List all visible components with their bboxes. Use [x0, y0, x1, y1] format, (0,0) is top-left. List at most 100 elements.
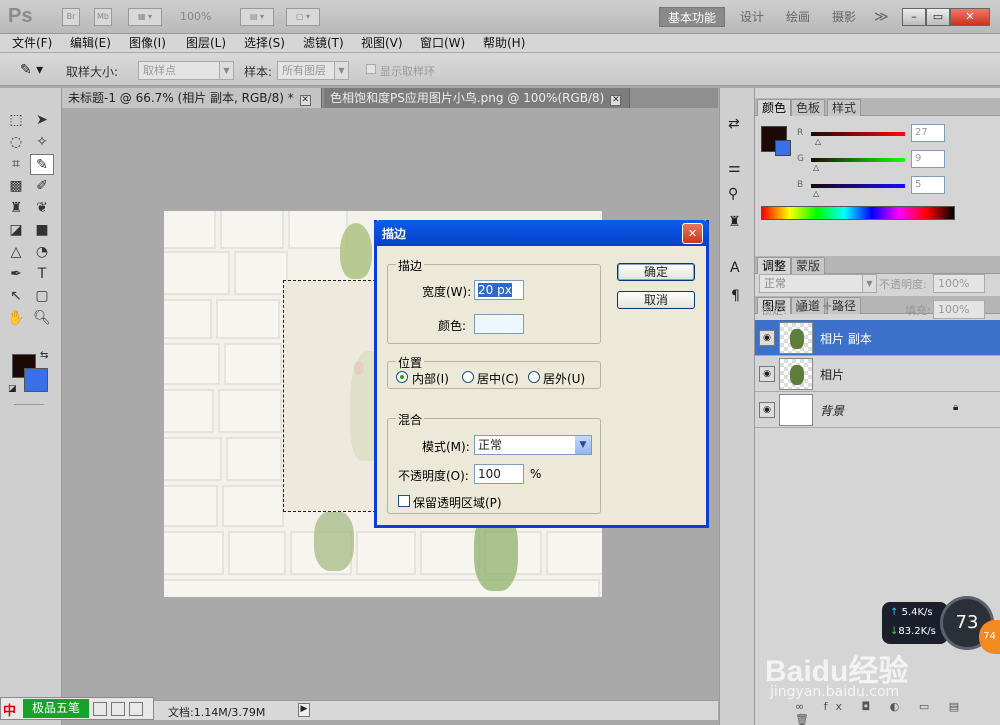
eye-icon[interactable]: ◉ — [759, 366, 775, 382]
layers-footer-icons[interactable]: ∞ fx ◘ ◐ ▭ ▤ 🗑︎ — [795, 700, 1000, 725]
dodge-tool-icon[interactable]: ◔ — [30, 242, 54, 263]
g-value-field[interactable]: 9 — [911, 150, 945, 168]
menu-file[interactable]: 文件(F) — [12, 35, 52, 52]
menu-layer[interactable]: 图层(L) — [186, 35, 226, 52]
sample-layers-select[interactable]: 所有图层 ▼ — [277, 61, 349, 80]
opacity-input[interactable]: 100 — [474, 464, 524, 484]
background-color-swatch[interactable] — [24, 368, 48, 392]
bridge-button[interactable]: Br — [62, 8, 80, 26]
ime-button-3[interactable] — [129, 702, 143, 716]
b-slider[interactable] — [811, 184, 905, 188]
workspace-painting[interactable]: 绘画 — [778, 7, 818, 27]
close-window-button[interactable]: ✕ — [950, 8, 990, 26]
workspace-essentials[interactable]: 基本功能 — [659, 7, 726, 27]
layer-row-background[interactable]: ◉ 背景 🔒︎ — [755, 392, 1000, 428]
ime-button-1[interactable] — [93, 702, 107, 716]
dialog-title-bar[interactable]: 描边 ✕ — [374, 220, 709, 246]
color-panel-background-swatch[interactable] — [775, 140, 791, 156]
b-value-field[interactable]: 5 — [911, 176, 945, 194]
r-value-field[interactable]: 27 — [911, 124, 945, 142]
stroke-color-swatch[interactable] — [474, 314, 524, 334]
r-slider-thumb-icon[interactable]: △ — [815, 137, 821, 146]
position-outside-radio[interactable] — [528, 371, 540, 383]
eye-icon[interactable]: ◉ — [759, 330, 775, 346]
layer-row-photo-copy[interactable]: ◉ 相片 副本 — [755, 320, 1000, 356]
tab-styles[interactable]: 样式 — [827, 99, 862, 116]
default-colors-icon[interactable]: ◪ — [8, 384, 17, 394]
mini-bridge-button[interactable]: Mb — [94, 8, 112, 26]
menu-help[interactable]: 帮助(H) — [483, 35, 525, 52]
ime-button-2[interactable] — [111, 702, 125, 716]
history-panel-icon[interactable]: ⇄ — [728, 116, 740, 132]
eyedropper-preset-icon[interactable]: ✎ ▾ — [20, 60, 50, 80]
pen-tool-icon[interactable]: ✒ — [4, 264, 28, 285]
hand-tool-icon[interactable]: ✋ — [4, 308, 28, 329]
shape-tool-icon[interactable]: ▢ — [30, 286, 54, 307]
width-input[interactable]: 20 px — [474, 280, 524, 300]
ime-logo[interactable]: 中 — [3, 700, 16, 719]
sample-size-select[interactable]: 取样点 ▼ — [138, 61, 234, 80]
tab-color[interactable]: 颜色 — [757, 99, 792, 116]
menu-filter[interactable]: 滤镜(T) — [303, 35, 344, 52]
menu-image[interactable]: 图像(I) — [129, 35, 166, 52]
workspace-photography[interactable]: 摄影 — [824, 7, 864, 27]
position-center-radio[interactable] — [462, 371, 474, 383]
tab-adjustments[interactable]: 调整 — [757, 257, 792, 274]
healing-brush-tool-icon[interactable]: ▩ — [4, 176, 28, 197]
menu-edit[interactable]: 编辑(E) — [70, 35, 111, 52]
close-icon[interactable]: ✕ — [299, 95, 311, 106]
paragraph-panel-icon[interactable]: ¶ — [731, 288, 740, 304]
tab-swatches[interactable]: 色板 — [791, 99, 826, 116]
g-slider-thumb-icon[interactable]: △ — [813, 163, 819, 172]
mode-select[interactable]: 正常 ▼ — [474, 435, 592, 455]
eye-icon[interactable]: ◉ — [759, 402, 775, 418]
type-tool-icon[interactable]: T — [30, 264, 54, 285]
actions-panel-icon[interactable]: ⚌ — [728, 160, 741, 176]
g-slider[interactable] — [811, 158, 905, 162]
clone-source-panel-icon[interactable]: ♜ — [728, 214, 741, 230]
lasso-tool-icon[interactable]: ◌ — [4, 132, 28, 153]
path-selection-tool-icon[interactable]: ↖ — [4, 286, 28, 307]
fill-field[interactable]: 100% — [933, 300, 985, 319]
spectrum-ramp[interactable] — [761, 206, 955, 220]
eraser-tool-icon[interactable]: ◪ — [4, 220, 28, 241]
menu-select[interactable]: 选择(S) — [244, 35, 285, 52]
status-menu-arrow-icon[interactable]: ▶ — [298, 703, 310, 717]
restore-button[interactable]: ▭ — [926, 8, 950, 26]
blend-mode-select[interactable]: 正常 ▼ — [759, 274, 877, 293]
arrange-documents-button[interactable]: ▤ ▾ — [240, 8, 274, 26]
quick-selection-tool-icon[interactable]: ✧ — [30, 132, 54, 153]
cancel-button[interactable]: 取消 — [617, 291, 695, 309]
crop-tool-icon[interactable]: ⌗ — [4, 154, 28, 175]
preserve-transparency-checkbox[interactable] — [398, 495, 410, 507]
workspace-design[interactable]: 设计 — [732, 7, 772, 27]
layer-row-photo[interactable]: ◉ 相片 — [755, 356, 1000, 392]
view-extras-button[interactable]: ▦ ▾ — [128, 8, 162, 26]
tab-masks[interactable]: 蒙版 — [791, 257, 826, 274]
minimize-button[interactable]: – — [902, 8, 926, 26]
marquee-tool-icon[interactable]: ⬚ — [4, 110, 28, 131]
tab-untitled-1[interactable]: 未标题-1 @ 66.7% (相片 副本, RGB/8) * ✕ — [62, 88, 322, 108]
dialog-close-button[interactable]: ✕ — [682, 223, 703, 244]
menu-window[interactable]: 窗口(W) — [420, 35, 465, 52]
layer-opacity-field[interactable]: 100% — [933, 274, 985, 293]
zoom-level[interactable]: 100% — [180, 10, 211, 23]
move-tool-icon[interactable]: ➤ — [30, 110, 54, 131]
tab-bird-png[interactable]: 色相饱和度PS应用图片小鸟.png @ 100%(RGB/8) ✕ — [324, 88, 630, 108]
brush-tool-icon[interactable]: ✐ — [30, 176, 54, 197]
gradient-tool-icon[interactable]: ■ — [30, 220, 54, 241]
character-panel-icon[interactable]: A — [730, 260, 740, 276]
zoom-tool-icon[interactable]: 🔍︎ — [30, 308, 54, 329]
show-sampling-ring-checkbox[interactable] — [366, 64, 376, 74]
swap-colors-icon[interactable]: ⇆ — [40, 350, 48, 361]
workspace-more-button[interactable]: ≫ — [866, 7, 897, 27]
eyedropper-tool-icon[interactable]: ✎ — [30, 154, 54, 175]
r-slider[interactable] — [811, 132, 905, 136]
close-icon[interactable]: ✕ — [610, 95, 622, 106]
b-slider-thumb-icon[interactable]: △ — [813, 189, 819, 198]
ok-button[interactable]: 确定 — [617, 263, 695, 281]
lock-icons[interactable]: ▣✎✛🔒︎ — [795, 300, 846, 314]
blur-tool-icon[interactable]: △ — [4, 242, 28, 263]
screen-mode-button[interactable]: ▢ ▾ — [286, 8, 320, 26]
menu-view[interactable]: 视图(V) — [361, 35, 403, 52]
